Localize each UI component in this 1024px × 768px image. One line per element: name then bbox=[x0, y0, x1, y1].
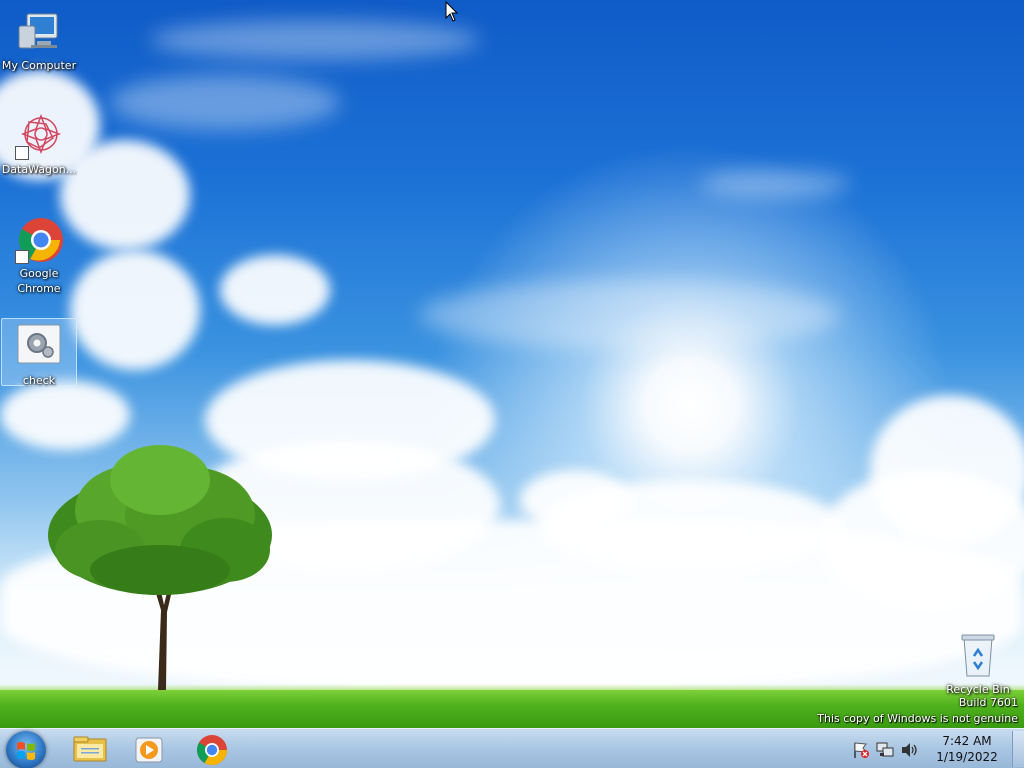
desktop-wallpaper[interactable]: My Computer DataWagon... Google Chrome c… bbox=[0, 0, 1024, 728]
mouse-cursor-icon bbox=[445, 1, 459, 22]
icon-label: My Computer bbox=[1, 59, 77, 72]
desktop-icon-google-chrome[interactable]: Google Chrome bbox=[1, 216, 77, 296]
windows-genuine-notice: This copy of Windows is not genuine bbox=[817, 712, 1018, 725]
taskbar-chrome-button[interactable] bbox=[184, 732, 240, 767]
desktop-icon-recycle-bin[interactable]: Recycle Bin bbox=[940, 632, 1016, 697]
desktop-icon-my-computer[interactable]: My Computer bbox=[1, 8, 77, 73]
taskbar: 7:42 AM 1/19/2022 bbox=[0, 728, 1024, 768]
icon-label: DataWagon... bbox=[1, 163, 77, 176]
shortcut-arrow-icon bbox=[15, 250, 29, 264]
chrome-icon bbox=[15, 216, 63, 264]
desktop-icon-check[interactable]: check bbox=[1, 318, 77, 387]
desktop-icon-datawagon[interactable]: DataWagon... bbox=[1, 112, 77, 177]
file-explorer-icon bbox=[73, 736, 107, 762]
chrome-icon bbox=[196, 735, 227, 766]
taskbar-explorer-button[interactable] bbox=[62, 732, 118, 767]
clock-date: 1/19/2022 bbox=[936, 750, 998, 764]
network-icon[interactable] bbox=[876, 741, 894, 759]
windows-start-icon[interactable] bbox=[6, 731, 46, 768]
settings-file-icon bbox=[15, 323, 63, 371]
icon-label: Recycle Bin bbox=[946, 683, 1010, 696]
taskbar-clock[interactable]: 7:42 AM 1/19/2022 bbox=[932, 733, 1002, 765]
action-center-icon[interactable] bbox=[852, 741, 870, 759]
shortcut-arrow-icon bbox=[15, 146, 29, 160]
windows-build-text: Build 7601 bbox=[958, 696, 1018, 709]
volume-icon[interactable] bbox=[900, 741, 918, 759]
taskbar-media-player-button[interactable] bbox=[122, 732, 178, 767]
icon-label: check bbox=[22, 374, 56, 387]
clock-time: 7:42 AM bbox=[942, 734, 992, 748]
icon-label: Google Chrome bbox=[17, 267, 61, 295]
recycle-bin-icon bbox=[954, 632, 1002, 680]
show-desktop-button[interactable] bbox=[1012, 731, 1024, 767]
media-player-icon bbox=[135, 737, 163, 763]
tree-image bbox=[48, 445, 272, 690]
my-computer-icon bbox=[15, 8, 63, 56]
datawagon-icon bbox=[15, 112, 63, 160]
